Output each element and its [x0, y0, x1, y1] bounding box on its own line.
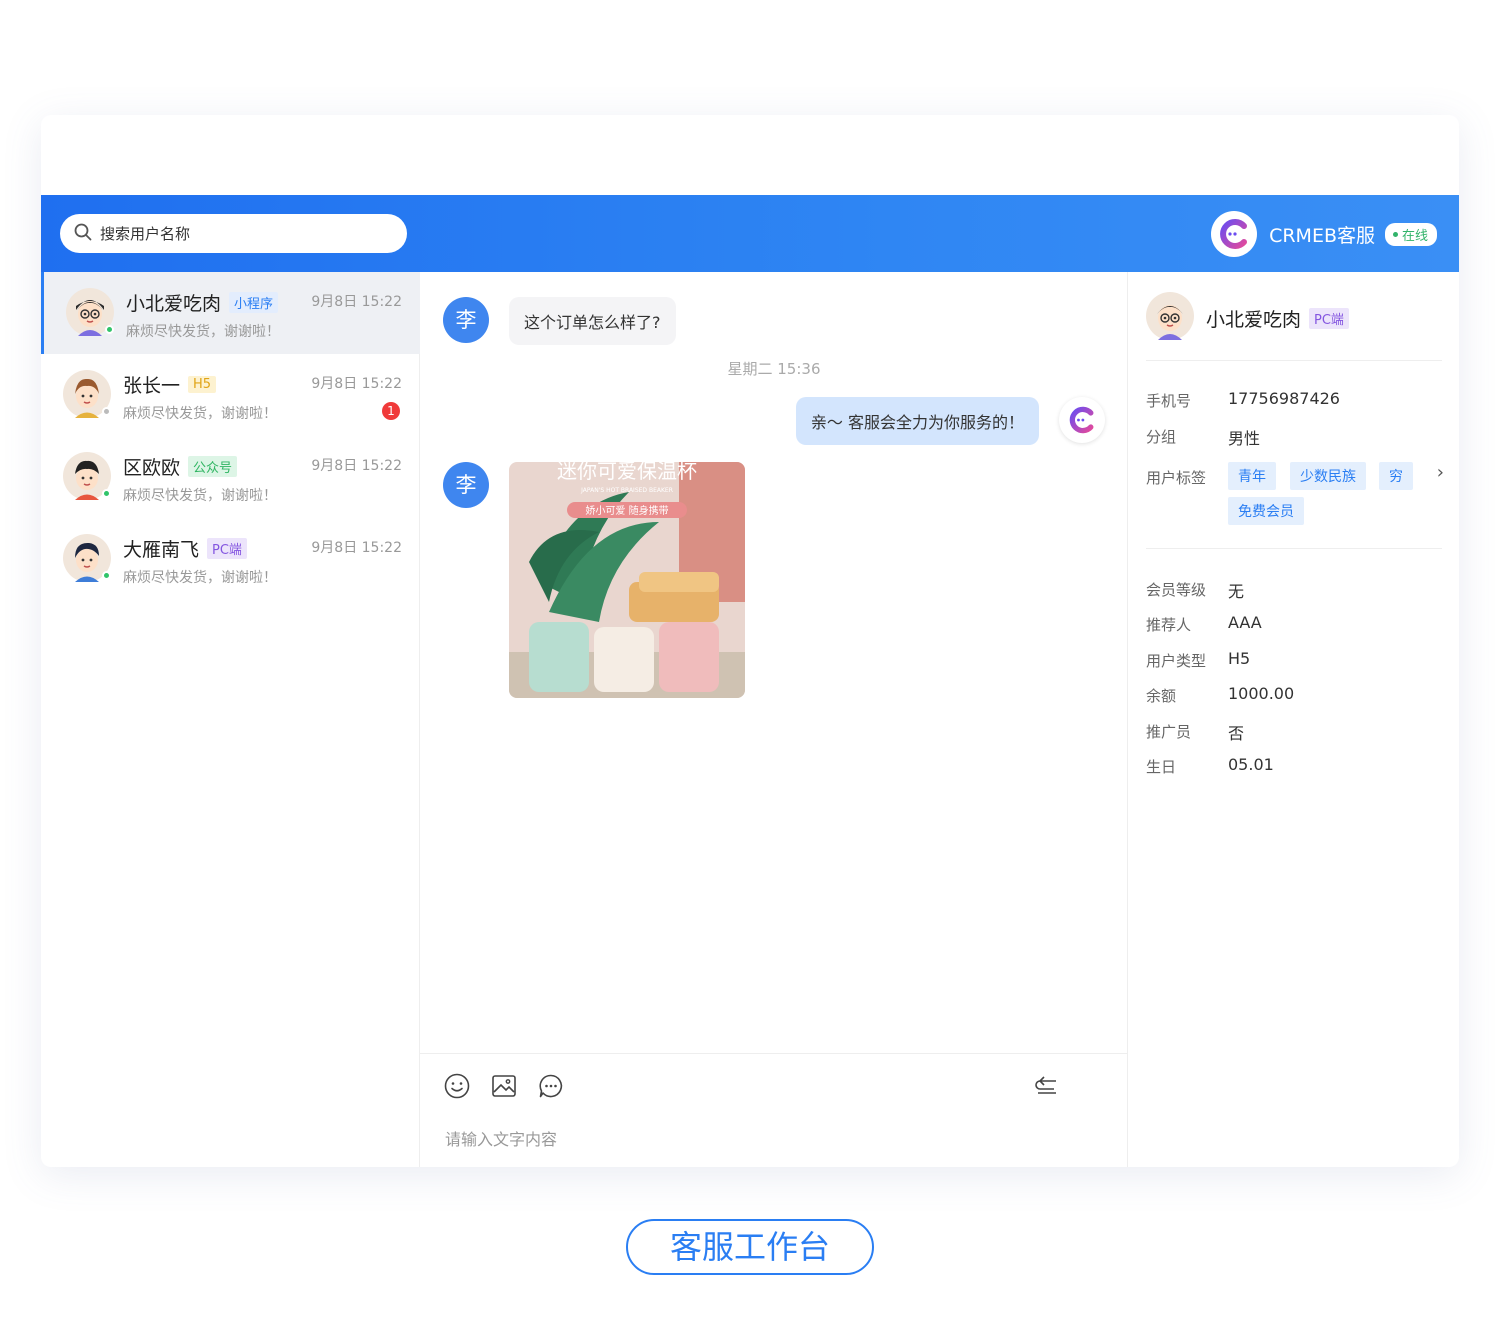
referrer-value: AAA — [1228, 613, 1262, 632]
user-tag: 青年 — [1228, 462, 1276, 490]
online-dot-icon — [102, 407, 111, 416]
phone-value: 17756987426 — [1228, 389, 1340, 408]
image-subtitle: JAPAN'S HOT BRAISED BEAKER — [580, 487, 673, 494]
birthday-value: 05.01 — [1228, 755, 1274, 774]
group-value: 男性 — [1228, 429, 1261, 448]
chat-time-divider: 星期二 15:36 — [727, 360, 821, 378]
conversation-item[interactable]: 小北爱吃肉 小程序 9月8日 15:22 麻烦尽快发货，谢谢啦！ — [41, 272, 420, 354]
conversation-time: 9月8日 15:22 — [311, 458, 402, 474]
image-upload-icon[interactable] — [490, 1072, 518, 1100]
avatar — [66, 288, 114, 336]
conversation-name: 区欧欧 — [123, 457, 181, 479]
chevron-right-icon[interactable]: › — [1437, 462, 1444, 483]
source-tag: 公众号 — [188, 456, 238, 477]
online-dot-icon — [102, 489, 111, 498]
conversation-item[interactable]: 区欧欧 公众号 9月8日 15:22 麻烦尽快发货，谢谢啦！ — [41, 436, 420, 518]
online-dot-icon — [102, 571, 111, 580]
chat-panel: 李 这个订单怎么样了? 星期二 15:36 亲～ 客服会全力为你服务的！ 李 迷… — [420, 272, 1128, 1167]
message-input[interactable] — [445, 1130, 1045, 1149]
crmeb-logo-icon — [1211, 211, 1258, 257]
agent-avatar — [1059, 397, 1105, 443]
group-label: 分组 — [1146, 428, 1177, 446]
source-tag: 小程序 — [229, 292, 279, 313]
source-tag: PC端 — [207, 538, 247, 559]
search-input[interactable] — [100, 224, 390, 243]
conversation-time: 9月8日 15:22 — [311, 540, 402, 556]
workbench-window: CRMEB客服 在线 小北爱吃肉小程序 9月8日 15:22 麻烦尽快发货，谢谢… — [41, 115, 1459, 1167]
level-label: 会员等级 — [1146, 581, 1207, 599]
user-tag: 穷 — [1379, 462, 1413, 490]
avatar — [63, 370, 111, 418]
divider — [1146, 548, 1442, 549]
online-dot-icon — [105, 325, 114, 334]
birthday-label: 生日 — [1146, 758, 1177, 776]
conversation-item[interactable]: 张长一 H5 9月8日 15:22 麻烦尽快发货，谢谢啦！ 1 — [41, 354, 420, 436]
conversation-time: 9月8日 15:22 — [311, 376, 402, 392]
user-type-value: H5 — [1228, 649, 1251, 668]
user-tag: 少数民族 — [1290, 462, 1366, 490]
conversation-name: 大雁南飞 — [123, 539, 200, 561]
search-icon — [74, 223, 92, 245]
conversation-time: 9月8日 15:22 — [311, 294, 402, 310]
balance-label: 余额 — [1146, 687, 1177, 705]
agent-name: CRMEB客服 — [1269, 224, 1375, 247]
online-status-badge[interactable]: 在线 — [1384, 222, 1437, 246]
profile-name: 小北爱吃肉 — [1206, 309, 1302, 331]
conversation-preview: 麻烦尽快发货，谢谢啦！ — [123, 406, 277, 422]
image-badge: 娇小可爱 随身携带 — [585, 504, 668, 517]
conversation-preview: 麻烦尽快发货，谢谢啦！ — [126, 324, 280, 340]
agent-brand: CRMEB客服 在线 — [1211, 211, 1437, 257]
input-divider — [420, 1053, 1128, 1054]
conversation-item[interactable]: 大雁南飞 PC端 9月8日 15:22 麻烦尽快发货，谢谢啦！ — [41, 518, 420, 600]
referrer-label: 推荐人 — [1146, 616, 1192, 634]
user-type-label: 用户类型 — [1146, 652, 1207, 670]
agent-message: 亲～ 客服会全力为你服务的！ — [795, 397, 1039, 445]
quick-reply-icon[interactable] — [537, 1072, 565, 1100]
user-avatar: 李 — [443, 462, 489, 508]
balance-value: 1000.00 — [1228, 684, 1295, 703]
workbench-title-button: 客服工作台 — [626, 1219, 874, 1275]
user-message: 这个订单怎么样了? — [509, 297, 676, 345]
image-title: 迷你可爱保温杯 — [557, 462, 697, 483]
phone-label: 手机号 — [1146, 392, 1192, 410]
promoter-label: 推广员 — [1146, 723, 1192, 741]
avatar — [1146, 292, 1194, 340]
level-value: 无 — [1228, 582, 1245, 601]
emoji-icon[interactable] — [443, 1072, 471, 1100]
transfer-icon[interactable] — [1033, 1072, 1061, 1100]
user-tag: 免费会员 — [1228, 497, 1304, 525]
conversation-name: 小北爱吃肉 — [126, 293, 222, 315]
product-image-message[interactable]: 迷你可爱保温杯 JAPAN'S HOT BRAISED BEAKER 娇小可爱 … — [509, 462, 745, 698]
conversation-list: 小北爱吃肉 小程序 9月8日 15:22 麻烦尽快发货，谢谢啦！ 张长一 H5 9月… — [41, 272, 420, 1167]
user-profile-panel: 小北爱吃肉 PC端 手机号 17756987426 分组 男性 用户标签 青年 少… — [1128, 272, 1459, 1167]
conversation-preview: 麻烦尽快发货，谢谢啦！ — [123, 570, 277, 586]
search-box[interactable] — [60, 214, 407, 253]
top-bar: CRMEB客服 在线 — [41, 195, 1459, 272]
conversation-preview: 麻烦尽快发货，谢谢啦！ — [123, 488, 277, 504]
user-tags-label: 用户标签 — [1146, 469, 1207, 487]
promoter-value: 否 — [1228, 724, 1245, 743]
avatar — [63, 452, 111, 500]
user-avatar: 李 — [443, 297, 489, 343]
online-status-label: 在线 — [1401, 228, 1428, 244]
conversation-name: 张长一 — [123, 375, 181, 397]
unread-badge: 1 — [382, 402, 400, 420]
avatar — [63, 534, 111, 582]
profile-source-tag: PC端 — [1309, 308, 1349, 329]
source-tag: H5 — [188, 376, 217, 393]
status-dot-icon — [1392, 231, 1398, 237]
divider — [1146, 360, 1442, 361]
